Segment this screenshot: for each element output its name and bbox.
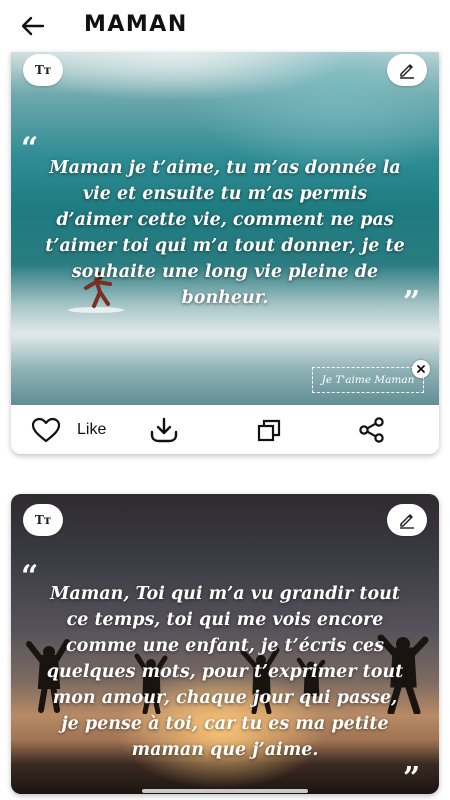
quote-background-image: Tт “ Maman je t’aime, tu m’as donnée la …	[11, 52, 439, 405]
download-icon	[150, 417, 178, 443]
download-button[interactable]	[149, 417, 179, 443]
close-quote-icon: ”	[403, 761, 421, 794]
heart-icon	[31, 417, 61, 443]
edit-button[interactable]	[387, 504, 427, 536]
top-app-bar: MAMAN	[0, 0, 450, 52]
open-quote-icon: “	[21, 559, 39, 594]
close-icon	[417, 365, 425, 373]
share-button[interactable]	[358, 417, 386, 443]
card-action-bar: Like	[11, 405, 439, 454]
pencil-icon	[400, 64, 414, 79]
quote-text: Maman, Toi qui m’a vu grandir tout ce te…	[46, 584, 404, 760]
edit-button[interactable]	[387, 54, 427, 86]
quote-card: Tт “ Maman, Toi qui m’a vu grandir tout …	[11, 494, 439, 794]
quote-background-image: Tт “ Maman, Toi qui m’a vu grandir tout …	[11, 494, 439, 794]
like-button[interactable]: Like	[31, 417, 106, 443]
close-quote-icon: ”	[403, 285, 421, 320]
text-style-icon: Tт	[34, 63, 52, 77]
arrow-left-icon	[21, 16, 45, 36]
signature-label[interactable]: Je T'aime Maman	[312, 367, 424, 393]
quote-text: Maman je t’aime, tu m’as donnée la vie e…	[45, 158, 405, 308]
quote-card: Tт “ Maman je t’aime, tu m’as donnée la …	[11, 52, 439, 454]
back-button[interactable]	[18, 12, 48, 40]
copy-icon	[257, 419, 281, 442]
home-indicator	[142, 789, 308, 793]
text-style-icon: Tт	[34, 513, 52, 527]
copy-button[interactable]	[256, 417, 282, 443]
share-icon	[359, 417, 384, 443]
font-style-button[interactable]: Tт	[23, 504, 63, 536]
open-quote-icon: “	[21, 131, 39, 166]
font-style-button[interactable]: Tт	[23, 54, 63, 86]
remove-signature-button[interactable]	[412, 360, 430, 378]
like-label: Like	[77, 421, 107, 438]
pencil-icon	[400, 514, 414, 529]
page-title: MAMAN	[84, 12, 188, 37]
